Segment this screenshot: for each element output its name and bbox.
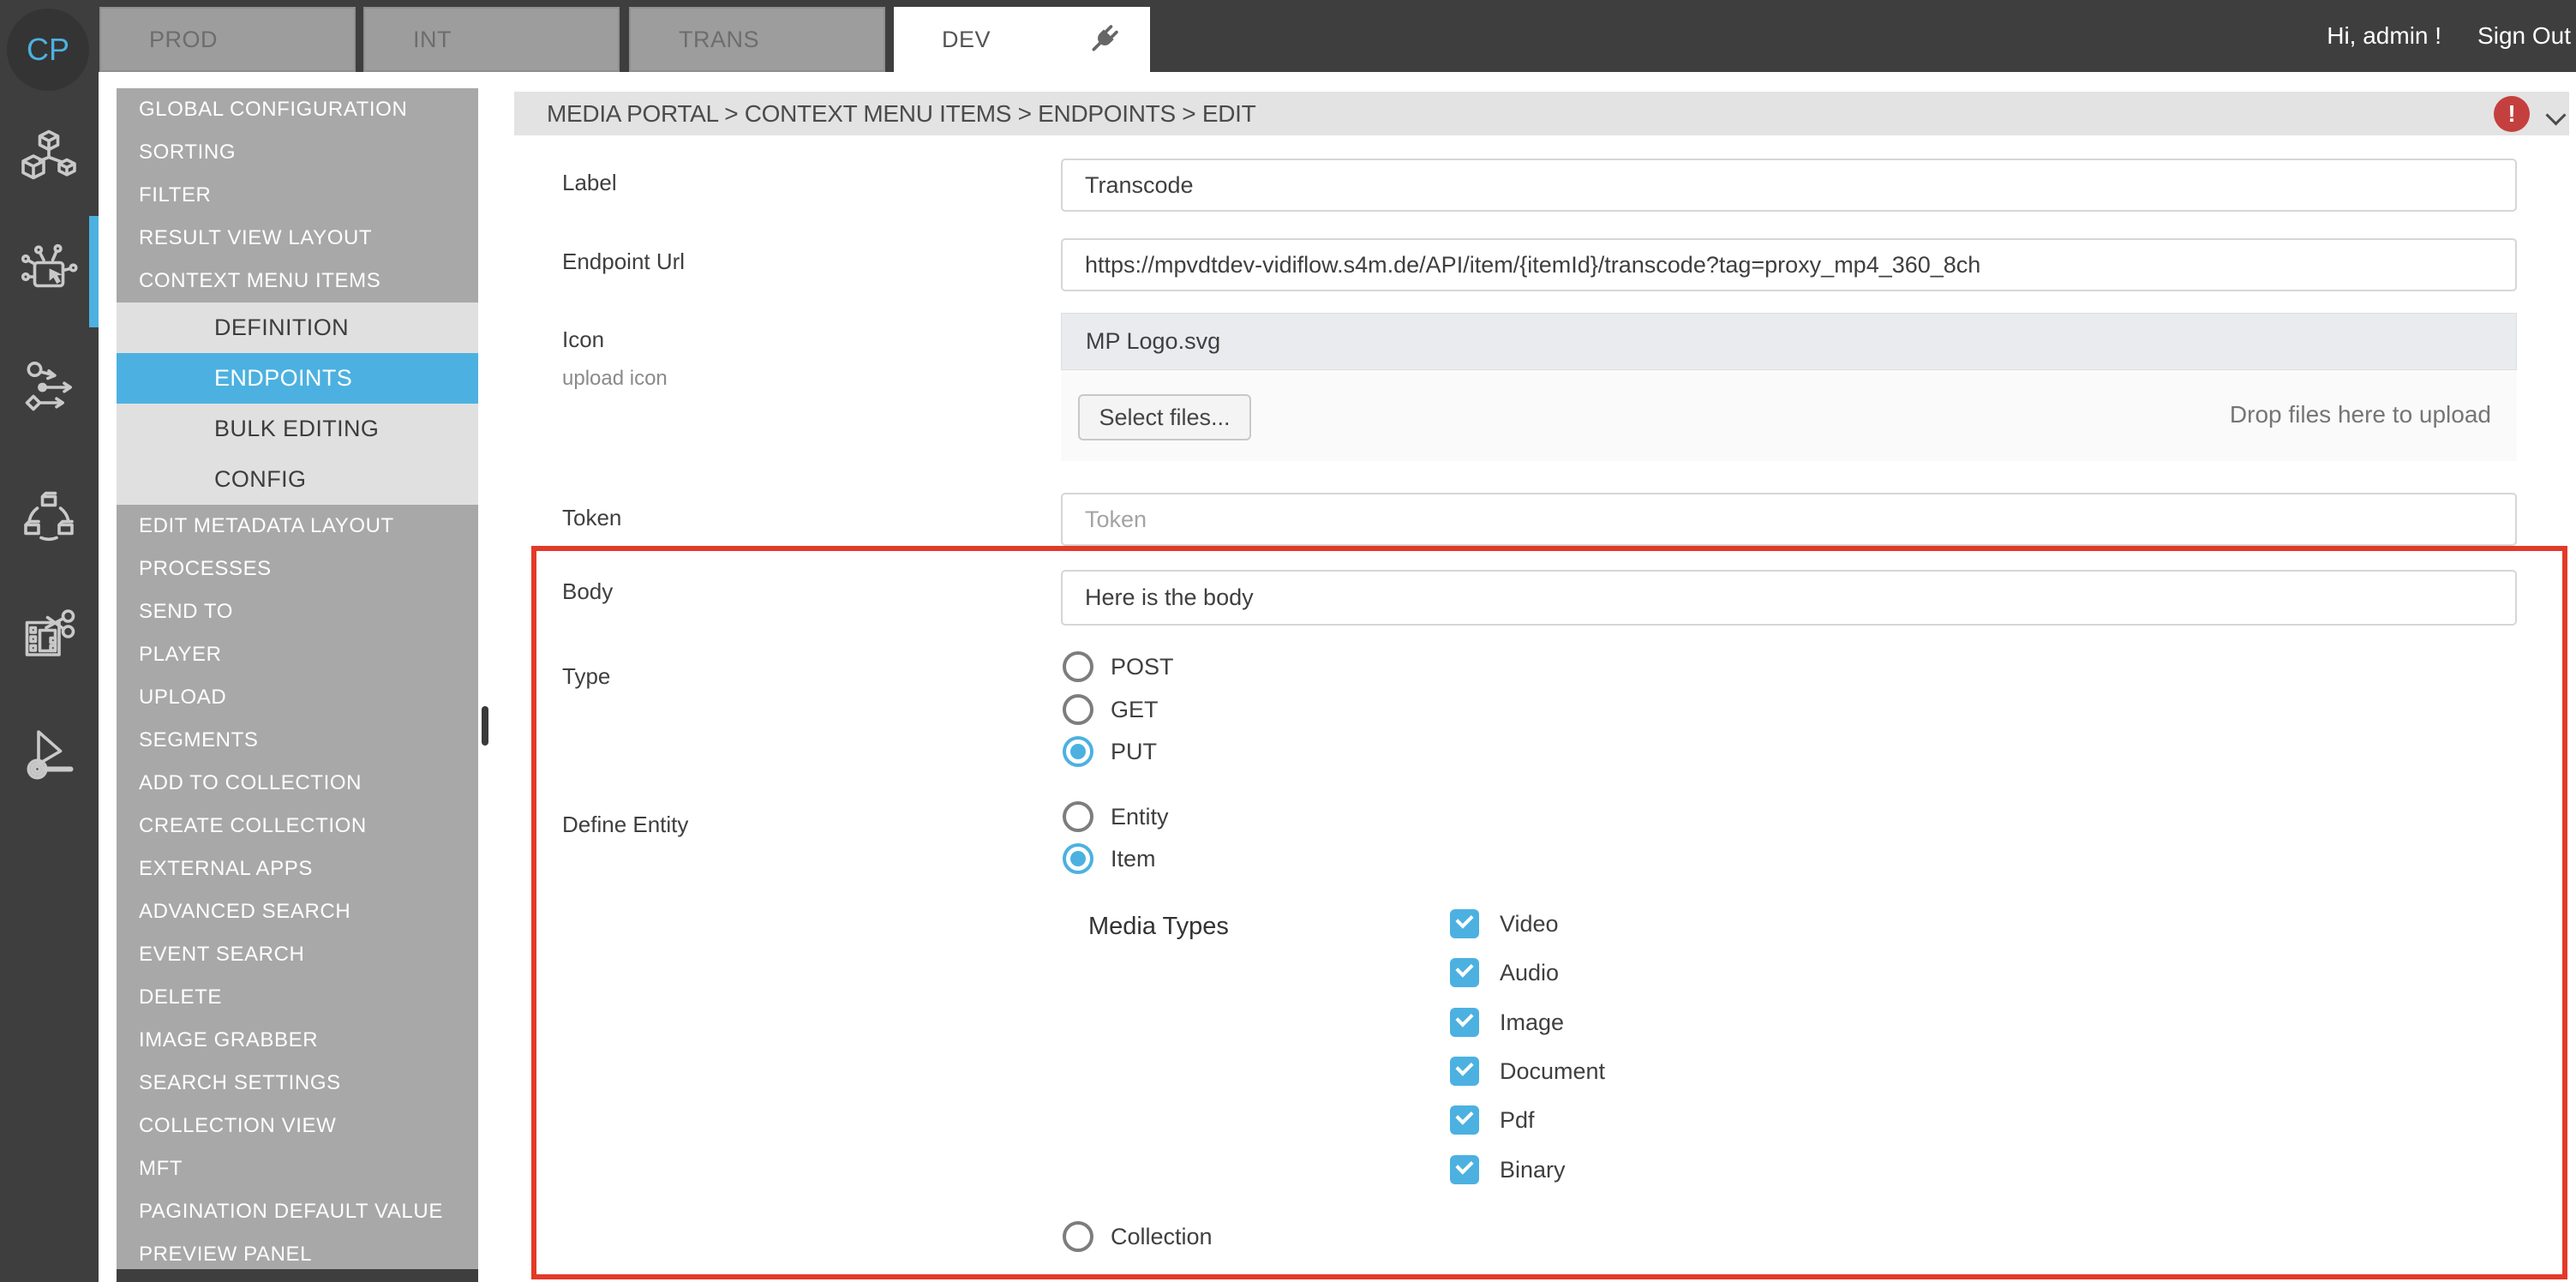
sidebar-item-event-search[interactable]: EVENT SEARCH: [117, 933, 478, 976]
top-bar: PROD INT TRANS DEV Hi, admin ! Sign O: [0, 0, 2576, 72]
sidebar-item-config[interactable]: CONFIG: [117, 454, 478, 505]
checkbox-image[interactable]: Image: [1450, 1006, 1564, 1039]
active-section-indicator: [89, 216, 99, 327]
drop-files-hint: Drop files here to upload: [2230, 401, 2491, 428]
checkbox-icon: [1450, 1008, 1479, 1037]
tab-label: TRANS: [679, 27, 759, 53]
checkbox-pdf[interactable]: Pdf: [1450, 1104, 1535, 1136]
sidebar-item-processes[interactable]: PROCESSES: [117, 548, 478, 590]
radio-collection[interactable]: Collection: [1063, 1220, 1213, 1253]
checkbox-document[interactable]: Document: [1450, 1055, 1605, 1087]
sidebar-item-segments[interactable]: SEGMENTS: [117, 719, 478, 762]
distribution-icon[interactable]: [18, 485, 80, 547]
app-window: PROD INT TRANS DEV Hi, admin ! Sign O: [0, 0, 2576, 1282]
sidebar-item-global-configuration[interactable]: GLOBAL CONFIGURATION: [117, 88, 478, 131]
sidebar-item-upload[interactable]: UPLOAD: [117, 676, 478, 719]
label-field-label: Label: [562, 169, 617, 196]
endpoint-url-label: Endpoint Url: [562, 248, 685, 275]
video-cut-icon[interactable]: [18, 603, 80, 665]
radio-icon: [1063, 694, 1093, 725]
breadcrumb: MEDIA PORTAL > CONTEXT MENU ITEMS > ENDP…: [514, 100, 1255, 128]
label-input[interactable]: [1061, 159, 2517, 212]
tab-label: INT: [413, 27, 452, 53]
sidebar-item-edit-metadata-layout[interactable]: EDIT METADATA LAYOUT: [117, 505, 478, 548]
sidebar-item-pagination-default-value[interactable]: PAGINATION DEFAULT VALUE: [117, 1190, 478, 1233]
scrollbar-thumb[interactable]: [482, 706, 488, 746]
sidebar-item-search-settings[interactable]: SEARCH SETTINGS: [117, 1062, 478, 1105]
chevron-down-icon[interactable]: [2547, 106, 2566, 125]
sign-out-link[interactable]: Sign Out: [2477, 22, 2571, 50]
radio-icon: [1063, 651, 1093, 682]
body-field-label: Body: [562, 578, 613, 605]
sidebar-item-create-collection[interactable]: CREATE COLLECTION: [117, 805, 478, 848]
cp-logo-text: CP: [27, 32, 69, 68]
tab-label: DEV: [942, 27, 991, 53]
radio-icon: [1063, 1221, 1093, 1252]
sidebar-item-advanced-search[interactable]: ADVANCED SEARCH: [117, 890, 478, 933]
upload-icon-sublabel: upload icon: [562, 366, 668, 392]
token-field-label: Token: [562, 504, 621, 531]
sidebar-item-sorting[interactable]: SORTING: [117, 131, 478, 174]
sidebar-item-filter[interactable]: FILTER: [117, 174, 478, 217]
radio-item[interactable]: Item: [1063, 842, 1156, 875]
sidebar-item-result-view-layout[interactable]: RESULT VIEW LAYOUT: [117, 217, 478, 260]
settings-menu: GLOBAL CONFIGURATION SORTING FILTER RESU…: [117, 88, 478, 1276]
tab-prod[interactable]: PROD: [99, 7, 356, 72]
checkbox-icon: [1450, 1105, 1479, 1135]
sidebar-item-collection-view[interactable]: COLLECTION VIEW: [117, 1105, 478, 1147]
tab-trans[interactable]: TRANS: [629, 7, 885, 72]
token-input[interactable]: [1061, 493, 2517, 546]
body-input[interactable]: [1061, 570, 2517, 626]
radio-post[interactable]: POST: [1063, 650, 1174, 683]
sidebar-item-definition[interactable]: DEFINITION: [117, 303, 478, 353]
tab-int[interactable]: INT: [363, 7, 620, 72]
type-group-label: Type: [562, 662, 610, 690]
checkbox-icon: [1450, 909, 1479, 938]
checkbox-icon: [1450, 1155, 1479, 1184]
error-badge-icon[interactable]: !: [2494, 96, 2530, 132]
cp-logo[interactable]: CP: [7, 9, 89, 91]
radio-get[interactable]: GET: [1063, 693, 1159, 726]
media-types-label: Media Types: [1088, 913, 1229, 941]
checkbox-video[interactable]: Video: [1450, 908, 1559, 940]
select-files-button[interactable]: Select files...: [1078, 394, 1251, 440]
marker-icon[interactable]: [18, 722, 80, 783]
radio-icon: [1063, 801, 1093, 832]
sidebar-item-mft[interactable]: MFT: [117, 1147, 478, 1190]
cubes-icon[interactable]: [18, 125, 80, 187]
define-entity-label: Define Entity: [562, 811, 688, 838]
checkbox-binary[interactable]: Binary: [1450, 1153, 1566, 1186]
touch-portal-icon[interactable]: [18, 241, 80, 303]
sidebar-item-external-apps[interactable]: EXTERNAL APPS: [117, 848, 478, 890]
sidebar-item-endpoints[interactable]: ENDPOINTS: [117, 353, 478, 404]
radio-icon: [1063, 843, 1093, 874]
sidebar-item-bulk-editing[interactable]: BULK EDITING: [117, 404, 478, 454]
tab-dev[interactable]: DEV: [894, 7, 1150, 72]
icon-field-label: Icon: [562, 326, 604, 353]
breadcrumb-bar: MEDIA PORTAL > CONTEXT MENU ITEMS > ENDP…: [514, 92, 2569, 135]
tab-label: PROD: [149, 27, 218, 53]
sidebar-item-image-grabber[interactable]: IMAGE GRABBER: [117, 1019, 478, 1062]
radio-icon: [1063, 736, 1093, 767]
radio-put[interactable]: PUT: [1063, 735, 1157, 768]
sidebar-item-send-to[interactable]: SEND TO: [117, 590, 478, 633]
app-rail: [0, 72, 99, 1282]
sidebar-item-player[interactable]: PLAYER: [117, 633, 478, 676]
workflow-icon[interactable]: [18, 356, 80, 418]
plug-icon: [1085, 21, 1123, 58]
uploaded-filename: MP Logo.svg: [1061, 313, 2517, 370]
radio-entity[interactable]: Entity: [1063, 800, 1169, 833]
sidebar-bottom-bar: [117, 1269, 478, 1282]
sidebar-item-delete[interactable]: DELETE: [117, 976, 478, 1019]
sidebar-item-context-menu-items[interactable]: CONTEXT MENU ITEMS: [117, 260, 478, 303]
user-greeting: Hi, admin !: [2327, 22, 2441, 50]
sidebar-item-add-to-collection[interactable]: ADD TO COLLECTION: [117, 762, 478, 805]
checkbox-icon: [1450, 958, 1479, 987]
endpoint-url-input[interactable]: [1061, 238, 2517, 291]
checkbox-icon: [1450, 1057, 1479, 1086]
file-dropzone[interactable]: Select files... Drop files here to uploa…: [1061, 370, 2517, 461]
checkbox-audio[interactable]: Audio: [1450, 956, 1559, 989]
